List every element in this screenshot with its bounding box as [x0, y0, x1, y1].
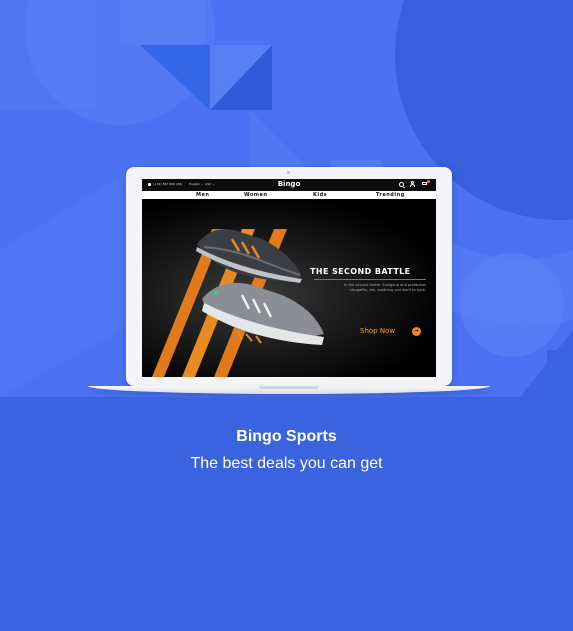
nav-item-trending[interactable]: Trending [376, 192, 405, 198]
caption-title: Bingo Sports [236, 428, 337, 445]
site-topbar: (+34) 567 890 456 English ⌄ USD ⌄ Bingo [142, 179, 436, 191]
nav-item-men[interactable]: Men [196, 192, 209, 198]
cart-badge [427, 180, 430, 183]
nav-item-kids[interactable]: Kids [313, 192, 327, 198]
cart-icon[interactable] [421, 180, 430, 187]
site-logo[interactable]: Bingo [142, 180, 436, 188]
main-nav: Men Women Kids Trending [142, 191, 436, 199]
arrow-right-icon[interactable]: → [412, 327, 421, 336]
banner-divider [314, 279, 426, 280]
camera-dot [287, 171, 290, 174]
banner-title: THE SECOND BATTLE [310, 267, 411, 276]
laptop-lid: (+34) 567 890 456 English ⌄ USD ⌄ Bingo … [126, 167, 452, 386]
user-icon[interactable] [410, 181, 415, 187]
caption-subtitle: The best deals you can get [190, 455, 383, 472]
hero-background: (+34) 567 890 456 English ⌄ USD ⌄ Bingo … [0, 0, 573, 397]
nav-item-women[interactable]: Women [244, 192, 267, 198]
laptop-mockup: (+34) 567 890 456 English ⌄ USD ⌄ Bingo … [88, 167, 490, 397]
laptop-screen: (+34) 567 890 456 English ⌄ USD ⌄ Bingo … [142, 179, 436, 377]
laptop-notch [259, 386, 319, 389]
hero-banner: THE SECOND BATTLE In the second battle. … [142, 199, 436, 377]
header-icons [399, 180, 430, 187]
banner-description: In the second battle. Sivegaud and prefa… [344, 283, 426, 292]
search-icon[interactable] [399, 181, 404, 187]
shop-now-button[interactable]: Shop Now [360, 327, 395, 335]
